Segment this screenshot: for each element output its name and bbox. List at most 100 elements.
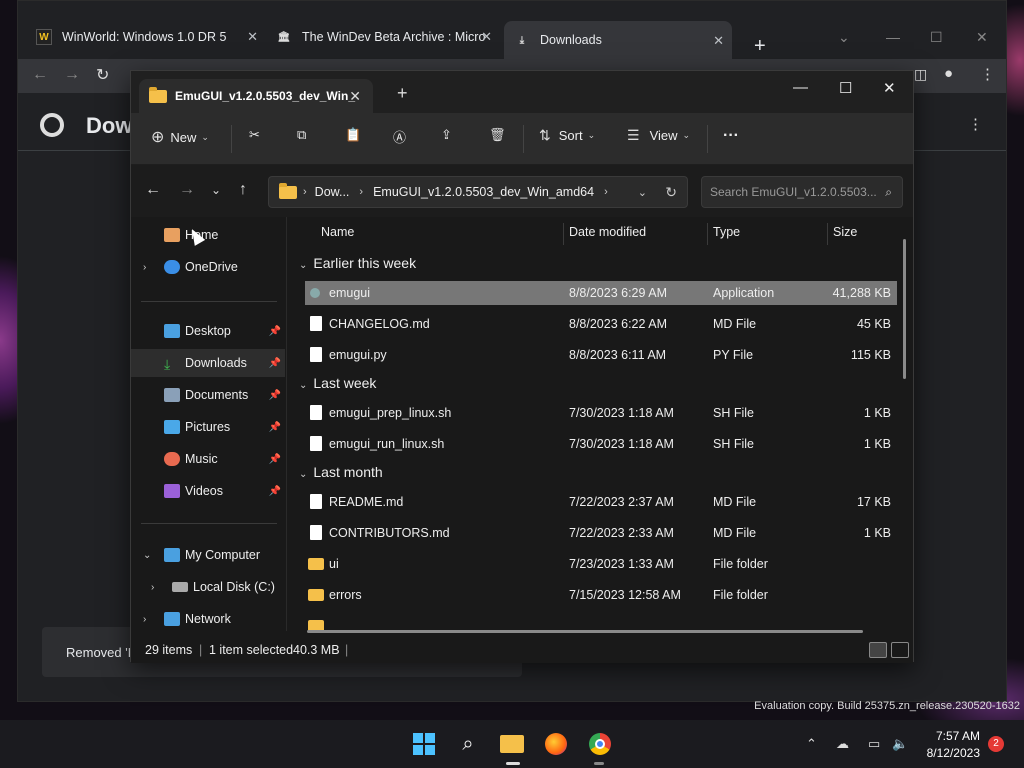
pin-icon[interactable]: 📌 (269, 422, 281, 433)
chrome-tab-3[interactable]: ⤓ Downloads ✕ (504, 21, 732, 59)
breadcrumb-item[interactable]: Dow... (315, 185, 350, 199)
pin-icon[interactable]: 📌 (269, 390, 281, 401)
group-header[interactable]: ⌄ Last month (299, 464, 383, 480)
volume-icon[interactable]: 🔈 (892, 736, 908, 752)
recent-locations-icon[interactable]: ⌄ (211, 183, 221, 197)
address-bar[interactable]: › Dow... › EmuGUI_v1.2.0.5503_dev_Win_am… (268, 176, 688, 208)
table-row[interactable]: errors 7/15/2023 12:58 AM File folder (305, 583, 897, 607)
table-row[interactable]: emugui.py 8/8/2023 6:11 AM PY File 115 K… (305, 343, 897, 367)
column-header-size[interactable]: Size (833, 225, 857, 239)
nav-item-desktop[interactable]: Desktop 📌 (131, 317, 285, 345)
onedrive-tray-icon[interactable]: ☁ (836, 736, 849, 752)
maximize-icon[interactable]: ☐ (839, 79, 852, 97)
back-icon[interactable]: ← (32, 66, 48, 84)
column-divider[interactable] (827, 223, 828, 245)
group-header[interactable]: ⌄ Earlier this week (299, 255, 416, 271)
group-header[interactable]: ⌄ Last week (299, 375, 376, 391)
maximize-icon[interactable]: ☐ (930, 29, 943, 46)
new-tab-icon[interactable]: + (397, 83, 408, 104)
chrome-tab-2[interactable]: 🏛 The WinDev Beta Archive : Micro ✕ (276, 23, 492, 51)
firefox-taskbar-button[interactable] (544, 732, 568, 756)
thumbnail-view-icon[interactable] (891, 642, 909, 658)
start-button[interactable] (412, 732, 436, 756)
nav-item-music[interactable]: Music 📌 (131, 445, 285, 473)
back-icon[interactable]: ← (145, 181, 161, 199)
table-row[interactable]: CONTRIBUTORS.md 7/22/2023 2:33 AM MD Fil… (305, 521, 897, 545)
minimize-icon[interactable]: — (793, 79, 808, 96)
breadcrumb-item[interactable]: EmuGUI_v1.2.0.5503_dev_Win_amd64 (373, 185, 594, 199)
table-row[interactable]: CHANGELOG.md 8/8/2023 6:22 AM MD File 45… (305, 312, 897, 336)
chrome-icon (589, 733, 611, 755)
profile-icon[interactable]: ● (944, 65, 953, 82)
table-row[interactable]: ui 7/23/2023 1:33 AM File folder (305, 552, 897, 576)
evaluation-watermark: Evaluation copy. Build 25375.zn_release.… (754, 700, 1020, 712)
new-button[interactable]: ⊕ New ⌄ (151, 127, 209, 147)
cut-icon[interactable]: ✂ (249, 127, 260, 143)
clock[interactable]: 7:57 AM 8/12/2023 (927, 728, 980, 762)
pin-icon[interactable]: 📌 (269, 358, 281, 369)
close-icon[interactable]: ✕ (976, 29, 988, 46)
explorer-tab[interactable]: EmuGUI_v1.2.0.5503_dev_Win_ ✕ (139, 79, 373, 113)
close-tab-icon[interactable]: ✕ (349, 88, 361, 105)
delete-icon[interactable]: 🗑 (489, 127, 506, 143)
nav-item-my-computer[interactable]: ⌄ My Computer (131, 541, 285, 569)
chrome-tab-1[interactable]: W WinWorld: Windows 1.0 DR 5 ✕ (36, 23, 258, 51)
more-options-icon[interactable]: ··· (723, 127, 739, 145)
new-tab-icon[interactable]: + (754, 35, 766, 58)
forward-icon[interactable]: → (179, 181, 195, 199)
tab-search-icon[interactable]: ⌄ (838, 29, 850, 46)
column-divider[interactable] (707, 223, 708, 245)
chrome-taskbar-button[interactable] (588, 732, 612, 756)
search-button[interactable]: ⌕ (456, 732, 480, 756)
nav-item-network[interactable]: › Network (131, 605, 285, 633)
nav-item-onedrive[interactable]: › OneDrive (131, 253, 285, 281)
refresh-icon[interactable]: ↻ (665, 184, 677, 201)
paste-icon[interactable]: 📋 (345, 127, 361, 143)
network-tray-icon[interactable]: ▭ (868, 736, 880, 752)
selection-count: 1 item selected (209, 643, 294, 657)
table-row[interactable]: emugui_run_linux.sh 7/30/2023 1:18 AM SH… (305, 432, 897, 456)
notification-badge[interactable]: 2 (988, 736, 1004, 752)
nav-item-home[interactable]: Home (131, 221, 285, 249)
close-icon[interactable]: ✕ (883, 79, 896, 97)
close-tab-icon[interactable]: ✕ (247, 29, 258, 45)
rename-icon[interactable]: Ⓐ (393, 127, 406, 146)
table-row[interactable]: emugui_prep_linux.sh 7/30/2023 1:18 AM S… (305, 401, 897, 425)
sort-button[interactable]: ⇅ Sort ⌄ (539, 127, 595, 144)
column-header-type[interactable]: Type (713, 225, 740, 239)
view-button[interactable]: ☰ View ⌄ (627, 127, 690, 144)
nav-item-downloads[interactable]: ⤓ Downloads 📌 (131, 349, 285, 377)
nav-item-local-disk[interactable]: › Local Disk (C:) (131, 573, 285, 601)
reload-icon[interactable]: ↻ (96, 65, 109, 85)
pin-icon[interactable]: 📌 (269, 486, 281, 497)
chevron-right-icon: › (143, 261, 147, 273)
close-tab-icon[interactable]: ✕ (481, 29, 492, 45)
forward-icon[interactable]: → (64, 66, 80, 84)
menu-icon[interactable]: ⋮ (980, 65, 995, 83)
pin-icon[interactable]: 📌 (269, 326, 281, 337)
nav-item-documents[interactable]: Documents 📌 (131, 381, 285, 409)
share-icon[interactable]: ⇪ (441, 127, 452, 143)
column-divider[interactable] (563, 223, 564, 245)
minimize-icon[interactable]: — (886, 29, 900, 45)
table-row[interactable]: README.md 7/22/2023 2:37 AM MD File 17 K… (305, 490, 897, 514)
details-view-icon[interactable] (869, 642, 887, 658)
pin-icon[interactable]: 📌 (269, 454, 281, 465)
close-tab-icon[interactable]: ✕ (713, 33, 724, 49)
page-menu-icon[interactable]: ⋮ (968, 115, 983, 133)
search-input[interactable]: Search EmuGUI_v1.2.0.5503... ⌕ (701, 176, 903, 208)
show-hidden-icons-icon[interactable]: ⌃ (806, 736, 817, 752)
up-icon[interactable]: ↑ (239, 181, 247, 199)
file-explorer-taskbar-button[interactable] (500, 732, 524, 756)
vertical-scrollbar[interactable] (903, 239, 906, 379)
sidebar-icon[interactable]: ◫ (914, 66, 927, 83)
column-header-name[interactable]: Name (321, 225, 354, 239)
nav-item-videos[interactable]: Videos 📌 (131, 477, 285, 505)
horizontal-scrollbar[interactable] (307, 630, 863, 633)
chevron-down-icon[interactable]: ⌄ (638, 186, 647, 199)
column-header-date[interactable]: Date modified (569, 225, 646, 239)
table-row[interactable]: emugui 8/8/2023 6:29 AM Application 41,2… (305, 281, 897, 305)
nav-item-pictures[interactable]: Pictures 📌 (131, 413, 285, 441)
table-row-partial[interactable] (305, 614, 897, 631)
copy-icon[interactable]: ⧉ (297, 127, 306, 143)
